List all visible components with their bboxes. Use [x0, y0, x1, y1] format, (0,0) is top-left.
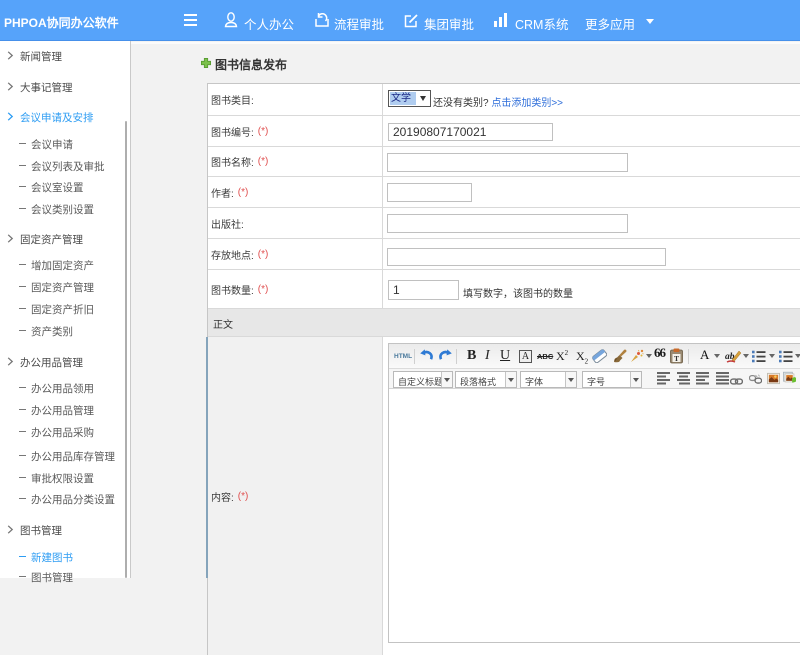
svg-text:T: T: [674, 354, 679, 363]
